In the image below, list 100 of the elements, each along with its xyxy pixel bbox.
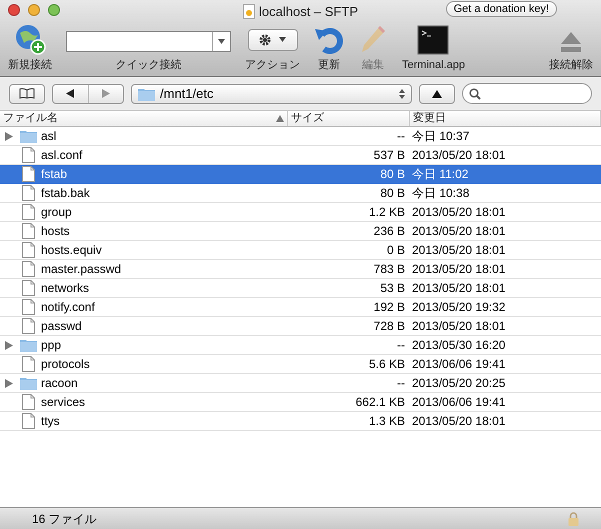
file-row[interactable]: hosts 236 B 2013/05/20 18:01 [0,222,601,241]
document-icon [22,280,34,296]
folder-icon [138,86,155,100]
disclosure-triangle-icon[interactable] [5,378,13,388]
file-row[interactable]: master.passwd 783 B 2013/05/20 18:01 [0,260,601,279]
file-name: networks [41,280,90,297]
document-icon [22,204,34,220]
column-header[interactable]: サイズ [288,111,410,126]
folder-icon [20,129,36,143]
file-name: fstab [41,166,68,183]
modified-date: 今日 10:37 [411,128,470,145]
file-row[interactable]: ttys 1.3 KB 2013/05/20 18:01 [0,412,601,431]
gear-icon [259,34,271,46]
caret-icon [218,38,225,44]
file-row[interactable]: fstab.bak 80 B 今日 10:38 [0,184,601,203]
file-row[interactable]: hosts.equiv 0 B 2013/05/20 18:01 [0,241,601,260]
close-button[interactable] [8,4,20,16]
file-size: 80 B [379,185,406,202]
file-name: asl.conf [41,147,82,164]
modified-date: 2013/05/20 18:01 [411,318,506,335]
forward-icon[interactable] [102,89,110,98]
file-size: 1.2 KB [368,204,406,221]
document-icon [22,299,34,315]
file-size: 192 B [372,299,406,316]
quick-connect-field[interactable] [66,30,231,52]
donation-button[interactable]: Get a donation key! [446,1,557,17]
document-icon [22,261,34,277]
document-icon [22,413,34,429]
document-icon [22,394,34,410]
toolbar-button[interactable]: 更新 [314,19,344,73]
file-size: 53 B [379,280,406,297]
sort-ascending-icon [276,115,284,122]
action-menu-button[interactable] [248,28,298,50]
file-row[interactable]: ppp -- 2013/05/30 16:20 [0,336,601,355]
up-down-arrows-icon [399,88,405,98]
file-row[interactable]: fstab 80 B 今日 11:02 [0,165,601,184]
window-title: localhost – SFTP [259,2,358,21]
file-size: 80 B [379,166,406,183]
column-header[interactable]: ファイル名 [0,111,288,126]
modified-date: 2013/06/06 19:41 [411,356,506,373]
file-row[interactable]: notify.conf 192 B 2013/05/20 19:32 [0,298,601,317]
disclosure-triangle-icon[interactable] [5,340,13,350]
document-icon [22,242,34,258]
file-name: master.passwd [41,261,122,278]
modified-date: 2013/05/20 18:01 [411,204,506,221]
file-size: 783 B [372,261,406,278]
toolbar-label: クイック接続 [116,58,182,72]
file-size: 0 B [386,242,406,259]
file-size: 662.1 KB [354,394,406,411]
up-triangle-icon [432,90,442,98]
modified-date: 2013/05/20 18:01 [411,223,506,240]
file-name: group [41,204,72,221]
path-popup[interactable]: /mnt1/etc [131,84,412,104]
zoom-button[interactable] [48,4,60,16]
globe-add-icon [14,22,46,54]
file-row[interactable]: networks 53 B 2013/05/20 18:01 [0,279,601,298]
document-icon [22,147,34,163]
modified-date: 2013/05/20 18:01 [411,147,506,164]
file-row[interactable]: asl -- 今日 10:37 [0,127,601,146]
parent-folder-button[interactable] [419,84,455,104]
search-icon [469,88,481,100]
toolbar-button[interactable]: 新規接続 [8,19,52,73]
file-row[interactable]: group 1.2 KB 2013/05/20 18:01 [0,203,601,222]
file-row[interactable]: protocols 5.6 KB 2013/06/06 19:41 [0,355,601,374]
file-name: protocols [41,356,90,373]
file-name: hosts.equiv [41,242,102,259]
modified-date: 2013/05/20 18:01 [411,261,506,278]
file-name: racoon [41,375,78,392]
book-icon [19,88,35,99]
document-icon [22,356,34,372]
file-size: 236 B [372,223,406,240]
modified-date: 2013/05/20 19:32 [411,299,506,316]
file-row[interactable]: racoon -- 2013/05/20 20:25 [0,374,601,393]
modified-date: 2013/05/20 20:25 [411,375,506,392]
search-field[interactable] [462,83,592,104]
toolbar-button[interactable]: アクション [245,19,300,73]
modified-date: 今日 11:02 [411,166,470,183]
document-icon [22,223,34,239]
minimize-button[interactable] [28,4,40,16]
file-name: fstab.bak [41,185,90,202]
file-size: 1.3 KB [368,413,406,430]
file-name: notify.conf [41,299,95,316]
column-header[interactable]: 変更日 [410,111,601,126]
bookmarks-button[interactable] [9,84,45,104]
disclosure-triangle-icon[interactable] [5,132,13,140]
folder-icon [20,376,36,390]
toolbar-button[interactable]: Terminal.app [402,19,465,73]
file-size: 537 B [372,147,406,164]
file-name: hosts [41,223,70,240]
file-row[interactable]: services 662.1 KB 2013/06/06 19:41 [0,393,601,412]
file-row[interactable]: passwd 728 B 2013/05/20 18:01 [0,317,601,336]
file-name: ppp [41,337,62,354]
back-icon[interactable] [66,89,74,98]
document-icon [22,185,34,201]
modified-date: 2013/05/20 18:01 [411,413,506,430]
toolbar-button[interactable]: 接続解除 [549,19,593,73]
file-count: 16 ファイル [32,510,97,528]
file-name: services [41,394,86,411]
navigation-buttons[interactable] [52,84,124,104]
modified-date: 2013/05/20 18:01 [411,242,506,259]
